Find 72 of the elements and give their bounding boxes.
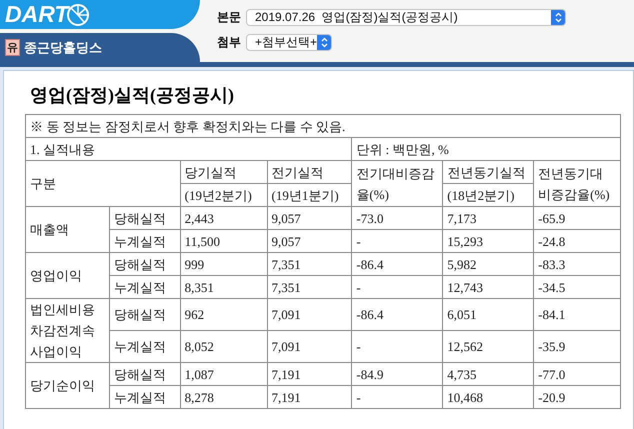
table-cell: 7,191: [267, 362, 352, 386]
document-title: 영업(잠정)실적(공정공시): [30, 84, 235, 107]
table-cell: 전기실적: [267, 160, 352, 184]
table-cell: 6,051: [442, 298, 534, 330]
company-name: 종근당홀딩스: [24, 38, 102, 56]
table-cell: -24.8: [534, 230, 620, 252]
field-label: 본문: [217, 9, 241, 26]
field-label: 첨부: [217, 34, 241, 51]
table-cell: 4,735: [442, 362, 534, 386]
table-cell: -86.4: [352, 298, 443, 330]
table-cell: 962: [180, 298, 268, 330]
table-cell: 10,468: [442, 386, 534, 408]
table-cell: -35.9: [534, 330, 620, 362]
table-cell: 누계실적: [109, 230, 180, 252]
table-cell: -65.9: [534, 206, 620, 230]
table-cell: 8,278: [180, 386, 268, 408]
table-cell: 7,091: [267, 298, 352, 330]
table-cell: 7,173: [442, 206, 534, 230]
table-cell: 당해실적: [109, 252, 180, 276]
table-cell: 999: [180, 252, 268, 276]
table-cell: 8,052: [180, 330, 268, 362]
table-cell: 7,351: [267, 276, 352, 298]
table-cell: 15,293: [442, 230, 534, 252]
table-cell: 영업이익: [26, 252, 110, 298]
table-cell: 단위 : 백만원, %: [352, 138, 620, 160]
table-cell: -86.4: [352, 252, 443, 276]
table-cell: 9,057: [267, 230, 352, 252]
table-cell: 당기실적: [180, 160, 268, 184]
table-cell: 전년동기대비증감율(%): [534, 160, 620, 206]
document-select[interactable]: 2019.07.26 영업(잠정)실적(공정공시): [246, 9, 566, 26]
updown-icon: [554, 12, 562, 23]
logo-text: DART: [5, 1, 68, 28]
table-cell: 12,562: [442, 330, 534, 362]
table-cell: -77.0: [534, 362, 620, 386]
table-cell: 당기순이익: [26, 362, 110, 408]
table-cell: -84.9: [352, 362, 443, 386]
updown-icon: [320, 37, 328, 48]
table-cell: -: [352, 330, 443, 362]
table-cell: 12,743: [442, 276, 534, 298]
table-cell: -73.0: [352, 206, 443, 230]
table-cell: -: [352, 276, 443, 298]
document-select[interactable]: +첨부선택+: [246, 34, 332, 51]
table-cell: 7,351: [267, 252, 352, 276]
table-cell: 법인세비용차감전계속사업이익: [26, 298, 110, 362]
table-cell: 전기대비증감율(%): [352, 160, 443, 206]
table-cell: 7,191: [267, 386, 352, 408]
table-cell: (19년2분기): [180, 184, 268, 206]
table-cell: -20.9: [534, 386, 620, 408]
table-cell: 전년동기실적: [442, 160, 534, 184]
table-cell: -: [352, 230, 443, 252]
table-cell: 누계실적: [109, 386, 180, 408]
table-cell: ※ 동 정보는 잠정치로서 향후 확정치와는 다를 수 있음.: [26, 114, 620, 138]
table-cell: 당해실적: [109, 206, 180, 230]
table-cell: 2,443: [180, 206, 268, 230]
table-cell: -: [352, 386, 443, 408]
table-cell: -83.3: [534, 252, 620, 276]
table-cell: -84.1: [534, 298, 620, 330]
table-cell: 구분: [26, 160, 180, 206]
table-cell: 5,982: [442, 252, 534, 276]
table-cell: 누계실적: [109, 330, 180, 362]
table-cell: 당해실적: [109, 362, 180, 386]
table-cell: -34.5: [534, 276, 620, 298]
table-cell: 9,057: [267, 206, 352, 230]
table-cell: 매출액: [26, 206, 110, 252]
table-cell: 7,091: [267, 330, 352, 362]
table-cell: 8,351: [180, 276, 268, 298]
table-cell: 누계실적: [109, 276, 180, 298]
company-badge: 유: [5, 39, 20, 56]
table-cell: 1. 실적내용: [26, 138, 352, 160]
table-cell: 당해실적: [109, 298, 180, 330]
table-cell: 1,087: [180, 362, 268, 386]
table-cell: 11,500: [180, 230, 268, 252]
